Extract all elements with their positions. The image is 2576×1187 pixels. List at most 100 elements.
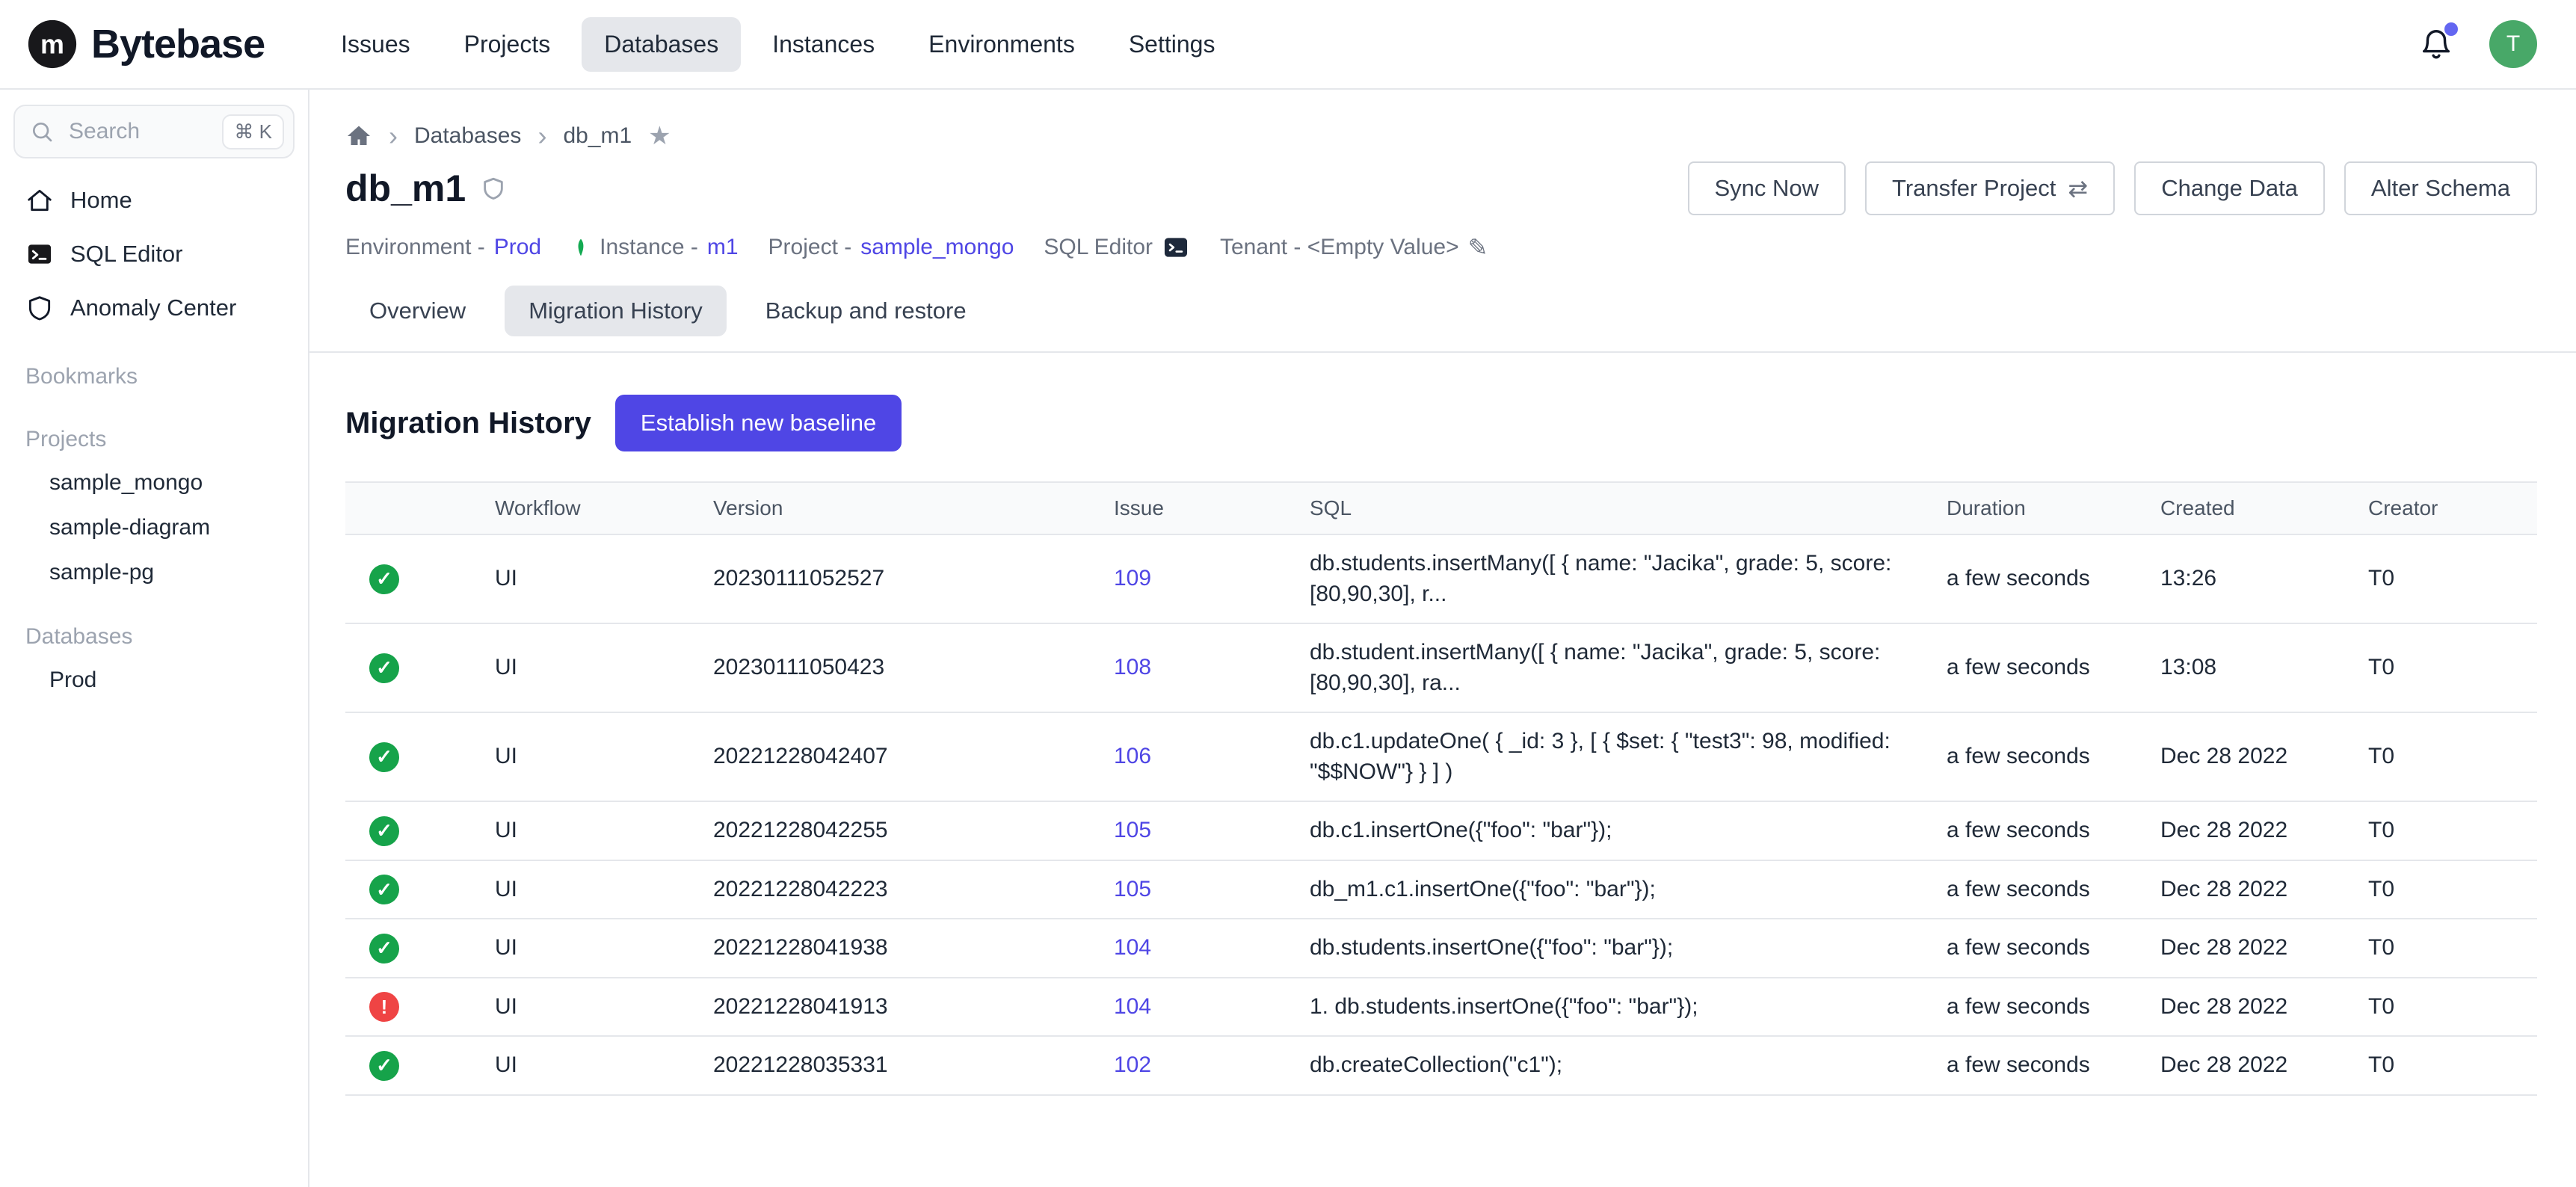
favorite-star-icon[interactable]: ★ [648,121,671,151]
sql-cell: db.student.insertMany([ { name: "Jacika"… [1292,623,1929,712]
version-cell: 20221228035331 [695,1036,1096,1095]
sidebar-item-sample-diagram[interactable]: sample-diagram [13,505,295,550]
breadcrumb-home-icon[interactable] [345,123,372,149]
shield-icon [25,294,54,322]
duration-cell: a few seconds [1929,623,2142,712]
chevron-right-icon: › [537,123,546,149]
bytebase-logo[interactable]: m Bytebase [27,19,265,70]
duration-cell: a few seconds [1929,712,2142,801]
page-title: db_m1 [345,167,466,210]
chevron-right-icon: › [389,123,398,149]
status-icon [369,992,399,1022]
sql-cell: db.c1.insertOne({"foo": "bar"}); [1292,801,1929,860]
sql-cell: db_m1.c1.insertOne({"foo": "bar"}); [1292,860,1929,919]
environment-link[interactable]: Prod [494,235,541,260]
created-cell: Dec 28 2022 [2142,712,2350,801]
duration-cell: a few seconds [1929,978,2142,1037]
sidebar-item-prod[interactable]: Prod [13,658,295,703]
created-cell: Dec 28 2022 [2142,1036,2350,1095]
issue-link[interactable]: 104 [1114,994,1151,1019]
table-row: UI 20221228041938 104 db.students.insert… [345,919,2537,978]
issue-link[interactable]: 105 [1114,818,1151,842]
table-row: UI 20221228042255 105 db.c1.insertOne({"… [345,801,2537,860]
duration-cell: a few seconds [1929,801,2142,860]
sql-cell: db.c1.updateOne( { _id: 3 }, [ { $set: {… [1292,712,1929,801]
database-meta: Environment - Prod Instance - m1 Project… [309,215,2576,262]
created-cell: Dec 28 2022 [2142,978,2350,1037]
sidebar-item-sample-mongo[interactable]: sample_mongo [13,460,295,505]
search-icon [30,120,54,144]
top-navigation: m Bytebase Issues Projects Databases Ins… [0,0,2576,90]
establish-baseline-button[interactable]: Establish new baseline [615,395,902,451]
topnav-item-instances[interactable]: Instances [750,17,897,72]
table-row: UI 20221228042407 106 db.c1.updateOne( {… [345,712,2537,801]
project-link[interactable]: sample_mongo [860,235,1014,260]
table-row: UI 20221228042223 105 db_m1.c1.insertOne… [345,860,2537,919]
bytebase-logo-icon: m [27,19,78,70]
sidebar-nav: Home SQL Editor Anomaly Center Bookmarks… [13,173,295,703]
status-icon [369,564,399,594]
duration-cell: a few seconds [1929,919,2142,978]
environment-meta: Environment - Prod [345,235,541,260]
issue-link[interactable]: 108 [1114,655,1151,679]
transfer-project-button[interactable]: Transfer Project [1865,161,2115,215]
topnav-item-issues[interactable]: Issues [318,17,432,72]
issue-link[interactable]: 104 [1114,935,1151,960]
status-icon [369,1051,399,1081]
sidebar-item-sample-pg[interactable]: sample-pg [13,550,295,595]
tab-backup-and-restore[interactable]: Backup and restore [742,286,990,336]
creator-cell: T0 [2350,860,2537,919]
col-creator: Creator [2350,482,2537,534]
migration-table: Workflow Version Issue SQL Duration Crea… [345,481,2537,1096]
page-header: db_m1 Sync Now Transfer Project Change D… [309,158,2576,215]
sql-cell: db.createCollection("c1"); [1292,1036,1929,1095]
edit-pencil-icon[interactable] [1468,233,1488,262]
issue-link[interactable]: 109 [1114,566,1151,591]
tenant-label: Tenant - <Empty Value> [1220,235,1459,260]
issue-link[interactable]: 105 [1114,877,1151,901]
search-input[interactable] [66,117,210,146]
sync-now-button[interactable]: Sync Now [1688,161,1846,215]
instance-meta: Instance - m1 [571,235,738,260]
change-data-button[interactable]: Change Data [2134,161,2325,215]
notifications-bell-icon[interactable] [2419,27,2453,61]
tenant-meta: Tenant - <Empty Value> [1220,233,1488,262]
topnav-item-databases[interactable]: Databases [582,17,741,72]
topnav-item-projects[interactable]: Projects [442,17,573,72]
breadcrumb: › Databases › db_m1 ★ [309,90,2576,158]
issue-link[interactable]: 106 [1114,744,1151,768]
topnav-menu: Issues Projects Databases Instances Envi… [318,17,1237,72]
sidebar-item-home[interactable]: Home [13,173,295,227]
user-avatar[interactable]: T [2489,20,2537,68]
status-icon [369,934,399,964]
creator-cell: T0 [2350,712,2537,801]
creator-cell: T0 [2350,978,2537,1037]
topnav-item-settings[interactable]: Settings [1106,17,1238,72]
instance-label: Instance - [600,235,698,260]
search-box[interactable]: ⌘ K [13,105,295,158]
main-content: › Databases › db_m1 ★ db_m1 Sync Now Tra… [309,90,2576,1187]
sidebar-item-sql-editor[interactable]: SQL Editor [13,227,295,281]
creator-cell: T0 [2350,623,2537,712]
table-row: UI 20221228035331 102 db.createCollectio… [345,1036,2537,1095]
tab-overview[interactable]: Overview [345,286,490,336]
topnav-item-environments[interactable]: Environments [906,17,1097,72]
workflow-cell: UI [477,712,695,801]
duration-cell: a few seconds [1929,534,2142,623]
alter-schema-button[interactable]: Alter Schema [2344,161,2537,215]
breadcrumb-item-databases[interactable]: Databases [414,123,521,149]
created-cell: 13:08 [2142,623,2350,712]
issue-link[interactable]: 102 [1114,1052,1151,1077]
sidebar-item-anomaly-center[interactable]: Anomaly Center [13,281,295,335]
status-icon [369,653,399,683]
sql-editor-meta[interactable]: SQL Editor [1044,233,1190,262]
main-layout: ⌘ K Home SQL Editor [0,90,2576,1187]
table-header-row: Workflow Version Issue SQL Duration Crea… [345,482,2537,534]
col-version: Version [695,482,1096,534]
instance-link[interactable]: m1 [707,235,739,260]
creator-cell: T0 [2350,801,2537,860]
brand-name: Bytebase [91,21,265,67]
sql-editor-icon [25,240,54,268]
tab-migration-history[interactable]: Migration History [505,286,727,336]
mongodb-leaf-icon [571,238,591,257]
